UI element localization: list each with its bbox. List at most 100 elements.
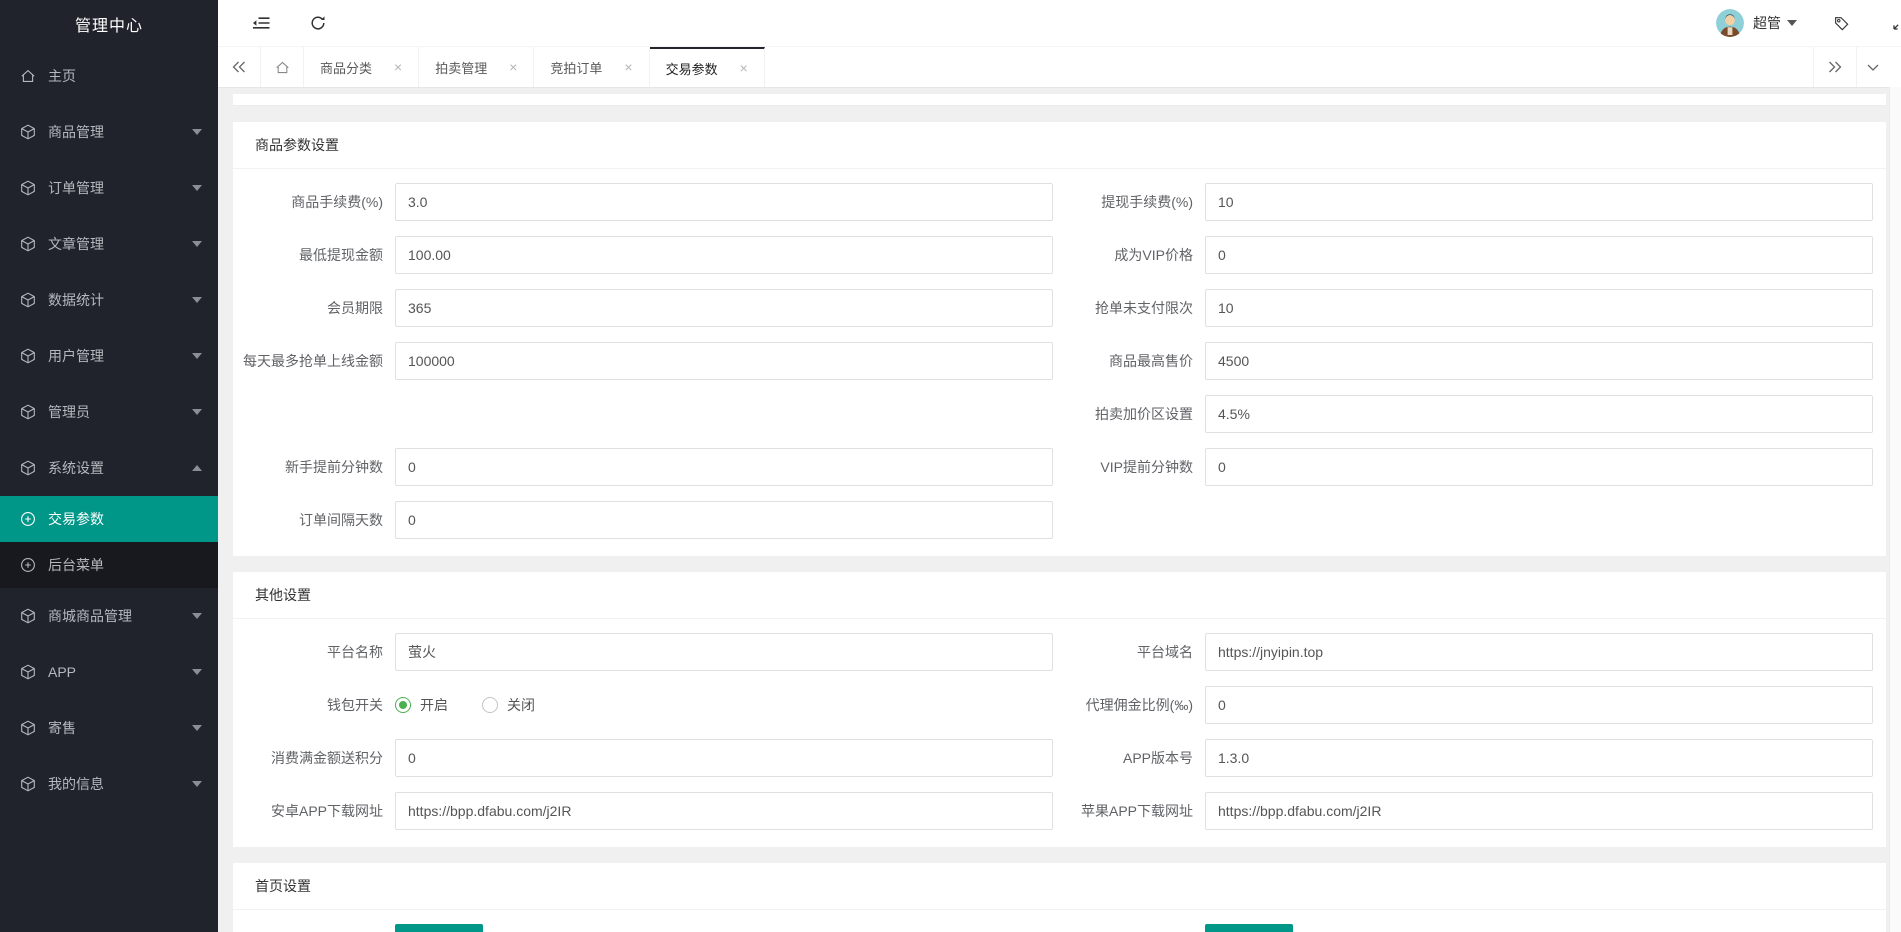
field-input[interactable] bbox=[1205, 236, 1873, 274]
section-homepage-settings: 首页设置Logo上传图片邀请背景图上传图片 bbox=[233, 863, 1886, 932]
tab-home[interactable] bbox=[261, 47, 304, 87]
sidebar-item-articles[interactable]: 文章管理 bbox=[0, 216, 218, 272]
field-input[interactable] bbox=[395, 633, 1053, 671]
field-label: 拍卖加价区设置 bbox=[1053, 405, 1205, 424]
field-input[interactable] bbox=[395, 448, 1053, 486]
sidebar-item-label: 寄售 bbox=[48, 718, 76, 738]
home-tab-icon bbox=[275, 60, 290, 75]
tab-2[interactable]: 拍卖管理× bbox=[419, 47, 534, 87]
form-row: 拍卖加价区设置 bbox=[233, 395, 1873, 433]
field-input[interactable] bbox=[1205, 633, 1873, 671]
content-scrollbar[interactable] bbox=[1889, 87, 1901, 932]
sidebar-item-admins[interactable]: 管理员 bbox=[0, 384, 218, 440]
upload-image-button[interactable]: 上传图片 bbox=[395, 924, 483, 932]
field-input[interactable] bbox=[395, 501, 1053, 539]
form-row: 安卓APP下载网址苹果APP下载网址 bbox=[233, 792, 1873, 830]
sidebar-item-app[interactable]: APP bbox=[0, 644, 218, 700]
caret-down-icon bbox=[192, 669, 202, 675]
close-tab-icon[interactable]: × bbox=[509, 60, 517, 74]
sidebar-item-label: 订单管理 bbox=[48, 178, 104, 198]
field-input[interactable] bbox=[395, 236, 1053, 274]
close-tab-icon[interactable]: × bbox=[394, 60, 402, 74]
field-input[interactable] bbox=[1205, 395, 1873, 433]
app-title: 管理中心 bbox=[0, 0, 218, 48]
sidebar-item-backend-menu[interactable]: 后台菜单 bbox=[0, 542, 218, 588]
toggle-sidebar-button[interactable] bbox=[252, 16, 270, 30]
tab-bar: 商品分类×拍卖管理×竞拍订单×交易参数× bbox=[218, 47, 1901, 88]
sidebar-item-label: 文章管理 bbox=[48, 234, 104, 254]
field-input[interactable] bbox=[1205, 792, 1873, 830]
toggle-sidebar-icon bbox=[252, 16, 270, 30]
field-label: 新手提前分钟数 bbox=[233, 458, 395, 477]
field-control bbox=[395, 289, 1053, 327]
sidebar-item-my-info[interactable]: 我的信息 bbox=[0, 756, 218, 812]
sidebar-item-label: 后台菜单 bbox=[48, 555, 104, 575]
field-label: 成为VIP价格 bbox=[1053, 246, 1205, 265]
field-input[interactable] bbox=[395, 739, 1053, 777]
field-input[interactable] bbox=[1205, 448, 1873, 486]
close-tab-icon[interactable]: × bbox=[624, 60, 632, 74]
sidebar-item-goods[interactable]: 商品管理 bbox=[0, 104, 218, 160]
field-label: 钱包开关 bbox=[233, 696, 395, 715]
fullscreen-button[interactable] bbox=[1892, 15, 1901, 31]
field-control bbox=[395, 183, 1053, 221]
tabs-scroll-right-button[interactable] bbox=[1813, 47, 1856, 87]
cube-icon bbox=[20, 664, 36, 680]
field-input[interactable] bbox=[1205, 739, 1873, 777]
section-goods-params: 商品参数设置商品手续费(%)提现手续费(%)最低提现金额成为VIP价格会员期限抢… bbox=[233, 122, 1886, 556]
field-control bbox=[1205, 686, 1873, 724]
radio-option[interactable]: 开启 bbox=[395, 695, 448, 715]
form-row: 商品手续费(%)提现手续费(%) bbox=[233, 183, 1873, 221]
field-input[interactable] bbox=[1205, 289, 1873, 327]
caret-down-icon bbox=[192, 725, 202, 731]
sidebar-item-label: 数据统计 bbox=[48, 290, 104, 310]
tab-1[interactable]: 商品分类 × bbox=[304, 47, 419, 87]
sidebar-item-label: 商品管理 bbox=[48, 122, 104, 142]
field-input[interactable] bbox=[395, 342, 1053, 380]
top-header: 超管 bbox=[218, 0, 1901, 47]
caret-down-icon bbox=[192, 297, 202, 303]
sidebar-item-label: 交易参数 bbox=[48, 509, 104, 529]
user-menu[interactable]: 超管 bbox=[1716, 9, 1797, 37]
cube-icon bbox=[20, 460, 36, 476]
caret-down-icon bbox=[192, 409, 202, 415]
field-input[interactable] bbox=[1205, 183, 1873, 221]
cube-icon bbox=[20, 776, 36, 792]
form-cell: 拍卖加价区设置 bbox=[1053, 395, 1873, 433]
close-tab-icon[interactable]: × bbox=[740, 61, 748, 75]
sidebar-item-mall-goods[interactable]: 商城商品管理 bbox=[0, 588, 218, 644]
tab-4[interactable]: 交易参数 × bbox=[650, 47, 765, 87]
field-input[interactable] bbox=[1205, 342, 1873, 380]
chevrons-left-icon bbox=[232, 61, 246, 73]
tab-label: 交易参数 bbox=[666, 59, 718, 78]
field-control bbox=[1205, 289, 1873, 327]
sidebar-item-orders[interactable]: 订单管理 bbox=[0, 160, 218, 216]
refresh-button[interactable] bbox=[310, 15, 326, 31]
sidebar-item-users[interactable]: 用户管理 bbox=[0, 328, 218, 384]
field-input[interactable] bbox=[395, 289, 1053, 327]
sidebar-item-consignment[interactable]: 寄售 bbox=[0, 700, 218, 756]
tag-button[interactable] bbox=[1833, 15, 1850, 32]
radio-option[interactable]: 关闭 bbox=[482, 695, 535, 715]
tab-3[interactable]: 竞拍订单× bbox=[534, 47, 649, 87]
sidebar-item-trade-params[interactable]: 交易参数 bbox=[0, 496, 218, 542]
cube-icon bbox=[20, 180, 36, 196]
upload-image-button[interactable]: 上传图片 bbox=[1205, 924, 1293, 932]
form-row: 订单间隔天数 bbox=[233, 501, 1873, 539]
sidebar-item-system[interactable]: 系统设置 bbox=[0, 440, 218, 496]
field-input[interactable] bbox=[1205, 686, 1873, 724]
radio-selected-icon[interactable] bbox=[395, 697, 411, 713]
field-input[interactable] bbox=[395, 792, 1053, 830]
sidebar-item-label: 系统设置 bbox=[48, 458, 104, 478]
tabs-scroll-left-button[interactable] bbox=[218, 47, 261, 87]
form-cell: 新手提前分钟数 bbox=[233, 448, 1053, 486]
tab-label: 商品分类 bbox=[320, 58, 372, 77]
form-cell: APP版本号 bbox=[1053, 739, 1873, 777]
radio-unselected-icon[interactable] bbox=[482, 697, 498, 713]
sidebar-item-statistics[interactable]: 数据统计 bbox=[0, 272, 218, 328]
field-input[interactable] bbox=[395, 183, 1053, 221]
caret-down-icon bbox=[192, 613, 202, 619]
sidebar-item-home[interactable]: 主页 bbox=[0, 48, 218, 104]
tab-options-button[interactable] bbox=[1856, 47, 1901, 87]
cube-icon bbox=[20, 404, 36, 420]
